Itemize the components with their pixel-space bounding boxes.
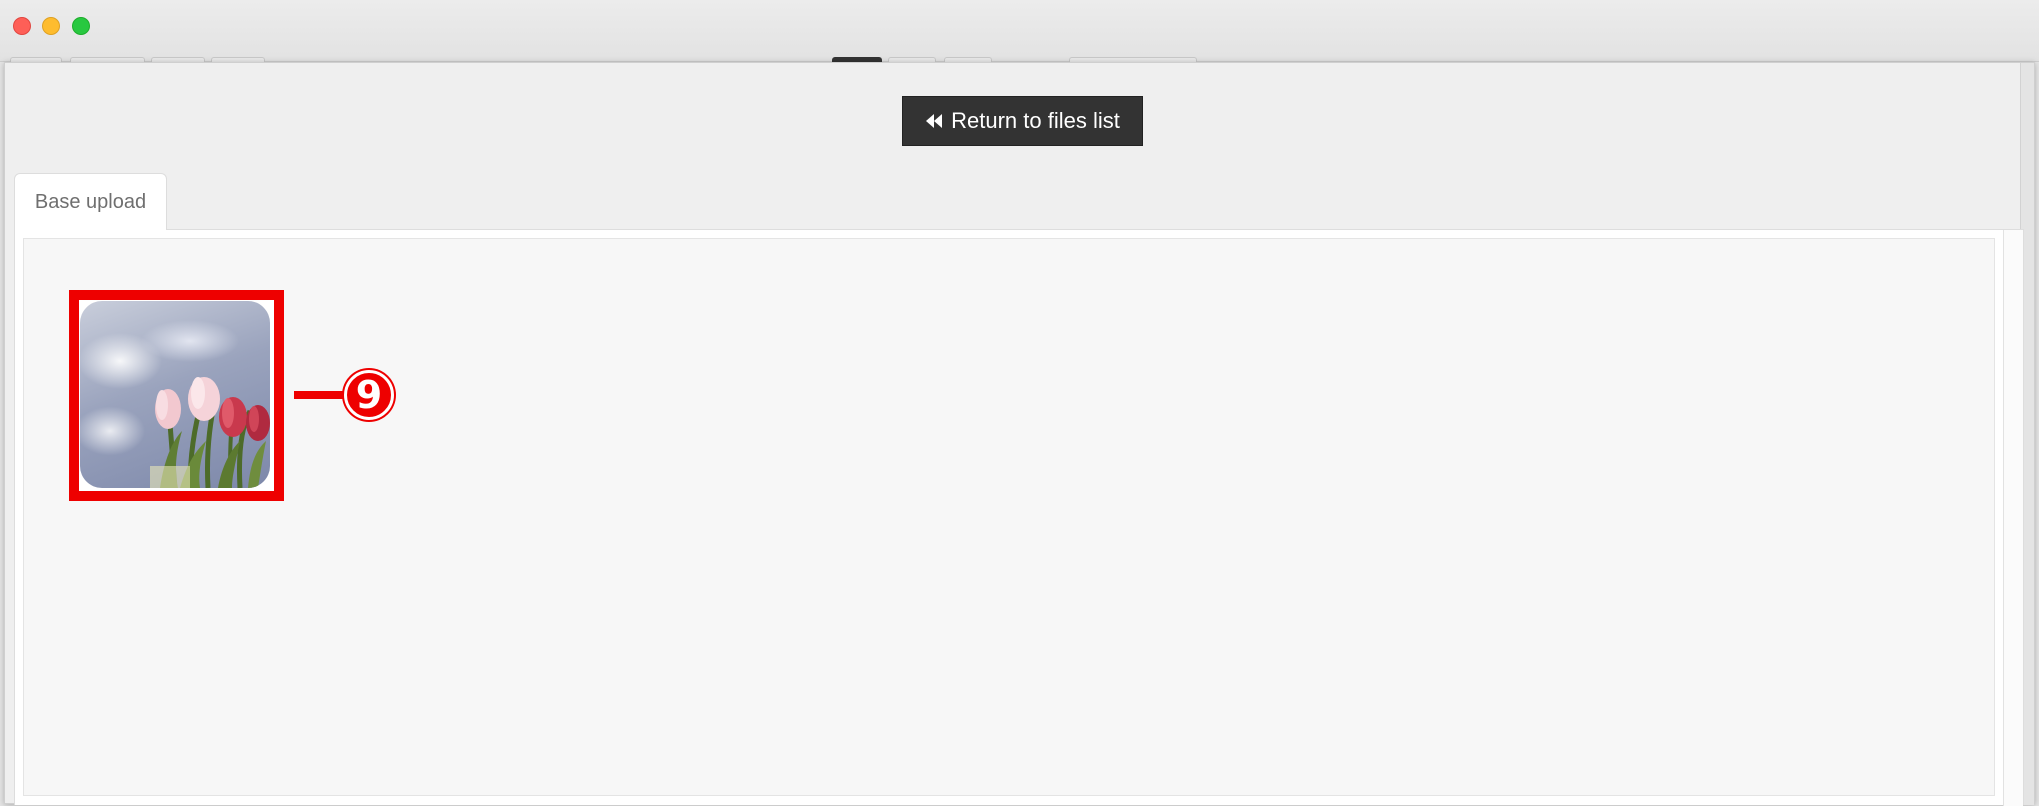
upload-panel: 9 bbox=[14, 229, 2024, 806]
window-minimize-button[interactable] bbox=[42, 17, 60, 35]
tab-base-upload[interactable]: Base upload bbox=[14, 173, 167, 230]
upload-drop-area[interactable]: 9 bbox=[23, 238, 1995, 796]
annotation-badge: 9 bbox=[344, 370, 394, 420]
window-maximize-button[interactable] bbox=[72, 17, 90, 35]
uploaded-image-thumbnail[interactable] bbox=[69, 290, 284, 501]
window-titlebar bbox=[0, 0, 2039, 65]
tab-base-upload-label: Base upload bbox=[34, 190, 147, 213]
return-to-files-label: Return to files list bbox=[951, 108, 1120, 133]
fast-backward-icon bbox=[925, 112, 943, 130]
panel-scrollbar[interactable] bbox=[2003, 230, 2023, 806]
file-upload-modal: Return to files list Base upload 9 bbox=[4, 62, 2035, 806]
return-to-files-button[interactable]: Return to files list bbox=[902, 96, 1143, 146]
tulips-image bbox=[80, 301, 270, 488]
window-close-button[interactable] bbox=[13, 17, 31, 35]
